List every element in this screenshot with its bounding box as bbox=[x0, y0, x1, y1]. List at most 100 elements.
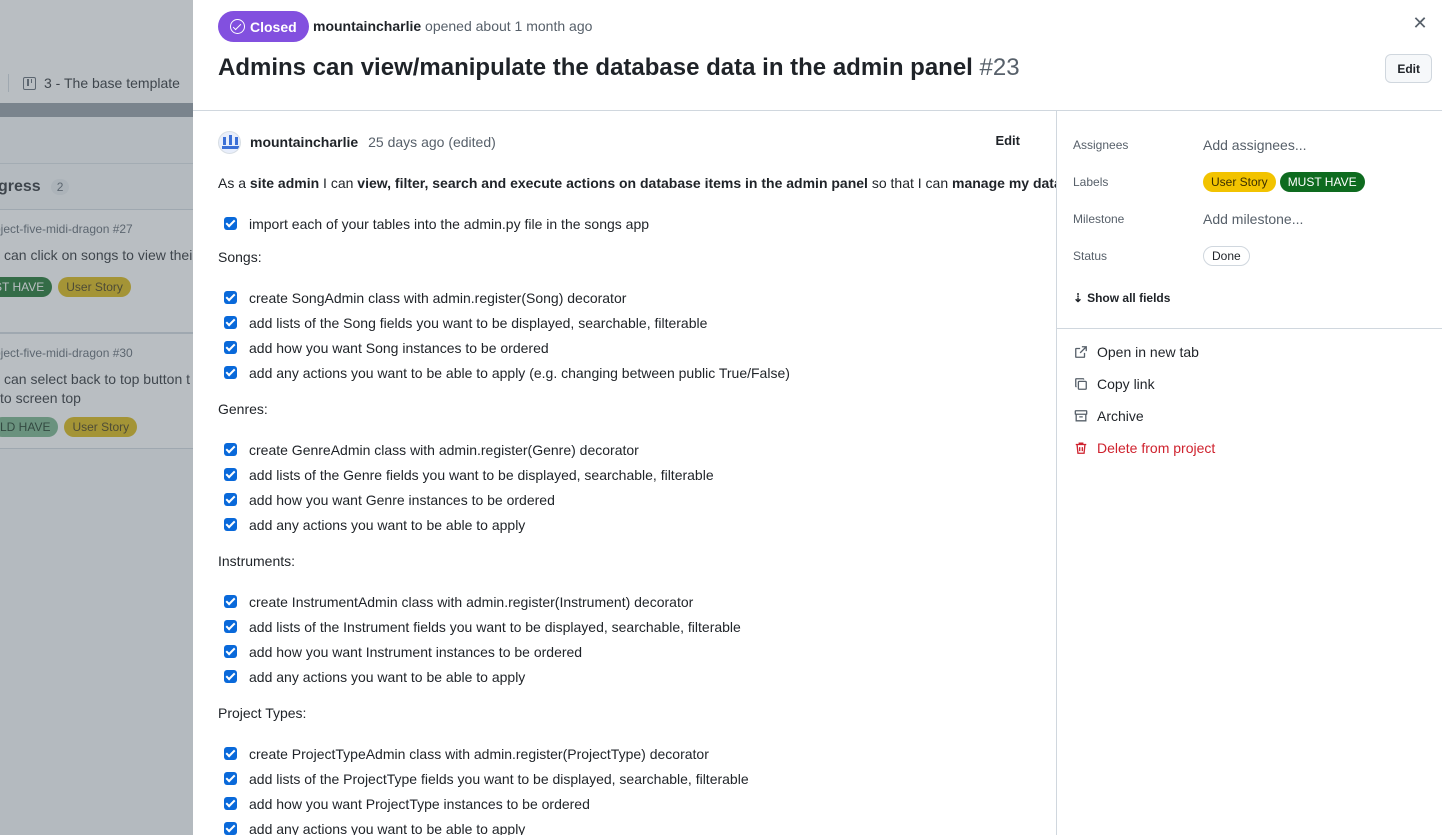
task-item: add how you want Genre instances to be o… bbox=[224, 487, 1048, 512]
issue-opened-line: mountaincharlie opened about 1 month ago bbox=[313, 18, 592, 34]
archive-label: Archive bbox=[1097, 408, 1144, 424]
modal-backdrop[interactable] bbox=[0, 0, 193, 835]
delete-from-project-button[interactable]: Delete from project bbox=[1073, 440, 1215, 456]
avatar-shape bbox=[223, 136, 226, 145]
avatar-shape bbox=[222, 145, 239, 149]
task-checkbox[interactable] bbox=[224, 620, 237, 633]
issue-sidebar: Assignees Add assignees... Labels User S… bbox=[1057, 111, 1442, 835]
task-text: add any actions you want to be able to a… bbox=[249, 364, 790, 381]
task-item: add lists of the Song fields you want to… bbox=[224, 310, 1048, 335]
copy-link-button[interactable]: Copy link bbox=[1073, 376, 1155, 392]
section-heading: Songs: bbox=[218, 249, 262, 265]
task-text: create InstrumentAdmin class with admin.… bbox=[249, 593, 694, 610]
trash-icon bbox=[1073, 440, 1089, 456]
task-text: add any actions you want to be able to a… bbox=[249, 516, 526, 533]
section-heading: Instruments: bbox=[218, 553, 296, 569]
task-checkbox[interactable] bbox=[224, 747, 237, 760]
issue-title: Admins can view/manipulate the database … bbox=[218, 54, 1020, 82]
field-labels: Labels User Story MUST HAVE bbox=[1073, 170, 1365, 194]
issue-title-text: Admins can view/manipulate the database … bbox=[218, 54, 973, 81]
task-text: add any actions you want to be able to a… bbox=[249, 820, 526, 835]
copy-link-label: Copy link bbox=[1097, 376, 1155, 392]
add-assignees-button[interactable]: Add assignees... bbox=[1203, 137, 1307, 153]
task-item: import each of your tables into the admi… bbox=[224, 211, 1048, 236]
fold-down-icon: ⇣ bbox=[1073, 291, 1084, 305]
task-item: add any actions you want to be able to a… bbox=[224, 816, 1048, 835]
bold-text: view, filter, search and execute actions… bbox=[357, 175, 868, 191]
user-story-paragraph: As a site admin I can view, filter, sear… bbox=[218, 174, 1056, 193]
task-text: add lists of the Song fields you want to… bbox=[249, 314, 708, 331]
check-circle-icon bbox=[230, 19, 245, 34]
task-text: add how you want Genre instances to be o… bbox=[249, 491, 555, 508]
archive-button[interactable]: Archive bbox=[1073, 408, 1144, 424]
show-all-fields-button[interactable]: ⇣ Show all fields bbox=[1073, 291, 1170, 305]
avatar[interactable] bbox=[218, 130, 241, 154]
section-heading: Project Types: bbox=[218, 705, 307, 721]
task-checkbox[interactable] bbox=[224, 468, 237, 481]
task-checkbox[interactable] bbox=[224, 316, 237, 329]
show-all-fields-label: Show all fields bbox=[1087, 291, 1171, 305]
task-text: import each of your tables into the admi… bbox=[249, 215, 650, 232]
task-item: add any actions you want to be able to a… bbox=[224, 512, 1048, 537]
task-checkbox[interactable] bbox=[224, 443, 237, 456]
issue-body: mountaincharlie 25 days ago (edited) Edi… bbox=[193, 111, 1057, 835]
avatar-shape bbox=[235, 136, 238, 145]
field-assignees: Assignees Add assignees... bbox=[1073, 133, 1307, 157]
field-label: Milestone bbox=[1073, 212, 1125, 226]
text-span: I can bbox=[319, 175, 358, 191]
task-item: create GenreAdmin class with admin.regis… bbox=[224, 437, 1048, 462]
task-item: add lists of the Genre fields you want t… bbox=[224, 462, 1048, 487]
text-span: As a bbox=[218, 175, 250, 191]
task-text: create GenreAdmin class with admin.regis… bbox=[249, 441, 639, 458]
task-checkbox[interactable] bbox=[224, 366, 237, 379]
task-text: add lists of the Genre fields you want t… bbox=[249, 466, 714, 483]
bold-text: manage my data. bbox=[952, 175, 1057, 191]
task-checkbox[interactable] bbox=[224, 772, 237, 785]
task-checkbox[interactable] bbox=[224, 291, 237, 304]
task-checkbox[interactable] bbox=[224, 670, 237, 683]
issue-author-link[interactable]: mountaincharlie bbox=[313, 18, 421, 34]
divider bbox=[1057, 328, 1442, 329]
task-text: create SongAdmin class with admin.regist… bbox=[249, 289, 627, 306]
field-label: Labels bbox=[1073, 175, 1109, 189]
bold-text: site admin bbox=[249, 175, 320, 191]
task-checkbox[interactable] bbox=[224, 822, 237, 835]
status-value[interactable]: Done bbox=[1203, 246, 1250, 266]
task-checkbox[interactable] bbox=[224, 645, 237, 658]
field-label: Assignees bbox=[1073, 138, 1129, 152]
section-heading: Genres: bbox=[218, 401, 268, 417]
task-item: create InstrumentAdmin class with admin.… bbox=[224, 589, 1048, 614]
issue-state-badge: Closed bbox=[218, 11, 309, 42]
label-pill[interactable]: MUST HAVE bbox=[1279, 172, 1365, 192]
task-checkbox[interactable] bbox=[224, 493, 237, 506]
task-item: create ProjectTypeAdmin class with admin… bbox=[224, 741, 1048, 766]
task-text: add lists of the ProjectType fields you … bbox=[249, 770, 749, 787]
archive-icon bbox=[1073, 408, 1089, 424]
open-in-new-tab-button[interactable]: Open in new tab bbox=[1073, 344, 1199, 360]
comment-edit-button[interactable]: Edit bbox=[995, 133, 1020, 148]
link-external-icon bbox=[1073, 344, 1089, 360]
task-checkbox[interactable] bbox=[224, 341, 237, 354]
comment-timestamp[interactable]: 25 days ago (edited) bbox=[368, 134, 496, 150]
issue-header: Closed mountaincharlie opened about 1 mo… bbox=[193, 0, 1442, 111]
task-text: add how you want Instrument instances to… bbox=[249, 643, 583, 660]
copy-icon bbox=[1073, 376, 1089, 392]
project-board-background: 3 - The base template gress 2 oject-five… bbox=[0, 0, 193, 835]
labels-value[interactable]: User Story MUST HAVE bbox=[1203, 172, 1365, 192]
task-item: add how you want Instrument instances to… bbox=[224, 639, 1048, 664]
task-item: add lists of the Instrument fields you w… bbox=[224, 614, 1048, 639]
task-item: add lists of the ProjectType fields you … bbox=[224, 766, 1048, 791]
label-pill[interactable]: User Story bbox=[1203, 172, 1276, 192]
task-checkbox[interactable] bbox=[224, 217, 237, 230]
close-panel-button[interactable]: ✕ bbox=[1410, 13, 1430, 33]
task-checkbox[interactable] bbox=[224, 595, 237, 608]
task-checkbox[interactable] bbox=[224, 518, 237, 531]
task-item: add how you want ProjectType instances t… bbox=[224, 791, 1048, 816]
edit-title-button[interactable]: Edit bbox=[1385, 54, 1432, 83]
add-milestone-button[interactable]: Add milestone... bbox=[1203, 211, 1303, 227]
task-checkbox[interactable] bbox=[224, 797, 237, 810]
task-text: add how you want ProjectType instances t… bbox=[249, 795, 590, 812]
comment-author[interactable]: mountaincharlie bbox=[250, 134, 358, 150]
field-status: Status Done bbox=[1073, 244, 1250, 268]
text-span: so that I can bbox=[867, 175, 953, 191]
